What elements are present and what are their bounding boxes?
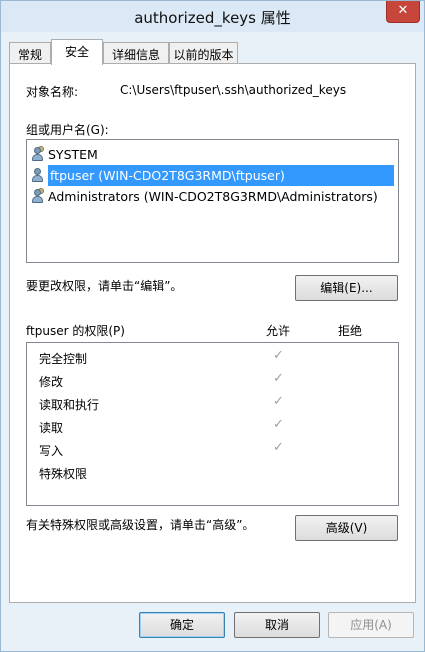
tab-security[interactable]: 安全 [51, 39, 103, 65]
properties-window: authorized_keys 属性 ✕ 常规 安全 详细信息 以前的版本 对象… [0, 0, 425, 652]
list-item-administrators[interactable]: Administrators (WIN-CDO2T8G3RMD\Administ… [30, 186, 378, 207]
list-item-system[interactable]: SYSTEM [30, 144, 98, 165]
security-panel: 对象名称: C:\Users\ftpuser\.ssh\authorized_k… [9, 63, 416, 603]
permission-name: 修改 [39, 375, 64, 389]
apply-button[interactable]: 应用(A) [328, 612, 414, 638]
permission-row: 完全控制 [39, 350, 87, 368]
tab-previous-versions[interactable]: 以前的版本 [169, 42, 238, 64]
advanced-hint: 有关特殊权限或高级设置，请单击“高级”。 [26, 518, 255, 532]
tab-details[interactable]: 详细信息 [103, 42, 169, 64]
permission-row: 写入 [39, 442, 63, 460]
users-listbox[interactable]: SYSTEM ftpuser (WIN-CDO2T8G3RMD\ftpuser)… [26, 139, 399, 263]
user-icon [30, 167, 46, 183]
deny-column-header: 拒绝 [338, 324, 363, 338]
allow-column-header: 允许 [266, 324, 291, 338]
ok-button[interactable]: 确定 [139, 612, 225, 638]
allow-check-icon: ✓ [273, 417, 284, 432]
close-icon: ✕ [397, 3, 409, 18]
allow-check-icon: ✓ [273, 440, 284, 455]
allow-check-icon: ✓ [273, 371, 284, 386]
users-group-icon [30, 146, 46, 162]
permission-name: 特殊权限 [39, 467, 88, 481]
permissions-label: ftpuser 的权限(P) [26, 324, 125, 338]
object-name-value: C:\Users\ftpuser\.ssh\authorized_keys [120, 83, 347, 97]
advanced-button[interactable]: 高级(V) [295, 515, 398, 541]
window-title: authorized_keys 属性 [134, 9, 291, 27]
permission-row: 特殊权限 [39, 465, 87, 483]
permission-name: 写入 [39, 444, 64, 458]
permission-name: 完全控制 [39, 352, 88, 366]
edit-button[interactable]: 编辑(E)... [295, 275, 398, 301]
close-button[interactable]: ✕ [386, 1, 420, 23]
group-users-label: 组或用户名(G): [26, 123, 109, 137]
title-bar[interactable]: authorized_keys 属性 ✕ [1, 1, 424, 32]
allow-check-icon: ✓ [273, 394, 284, 409]
permission-row: 读取 [39, 419, 63, 437]
change-permissions-hint: 要更改权限，请单击“编辑”。 [26, 279, 183, 293]
permission-row: 修改 [39, 373, 63, 391]
list-item-ftpuser[interactable]: ftpuser (WIN-CDO2T8G3RMD\ftpuser) [30, 165, 394, 186]
cancel-button[interactable]: 取消 [234, 612, 320, 638]
users-group-icon [30, 188, 46, 204]
allow-check-icon: ✓ [273, 348, 284, 363]
permission-name: 读取 [39, 421, 64, 435]
permission-name: 读取和执行 [39, 398, 100, 412]
object-name-label: 对象名称: [26, 85, 79, 99]
permission-row: 读取和执行 [39, 396, 99, 414]
permissions-list[interactable]: 完全控制 ✓ 修改 ✓ 读取和执行 ✓ 读取 ✓ 写入 ✓ 特殊权限 [26, 342, 399, 506]
tab-general[interactable]: 常规 [9, 42, 51, 64]
